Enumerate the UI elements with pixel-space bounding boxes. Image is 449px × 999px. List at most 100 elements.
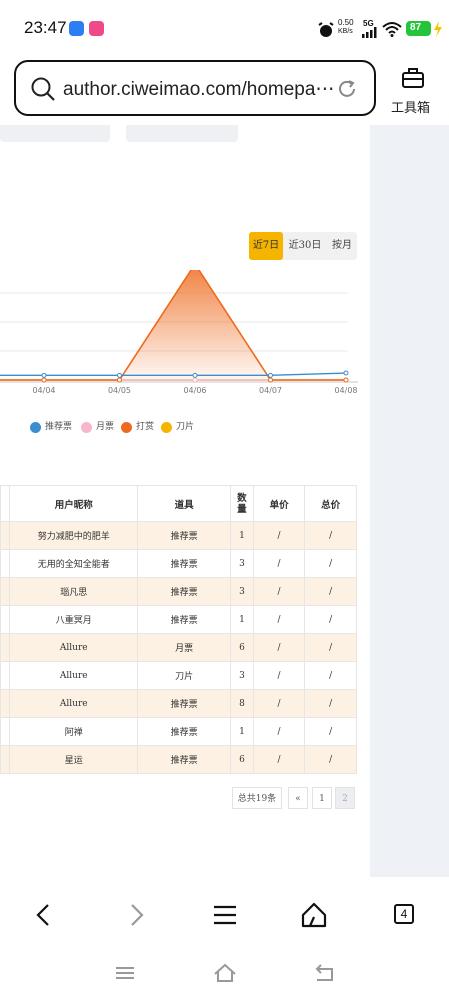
cell-item: 推荐票	[137, 605, 232, 634]
address-bar[interactable]: author.ciweimao.com/homepa⋯	[14, 60, 376, 116]
recent-apps-button[interactable]	[111, 959, 139, 987]
pagination-page-2[interactable]: 2	[335, 787, 355, 809]
chart-series	[0, 270, 349, 383]
cell-nickname: Allure	[9, 689, 139, 718]
cell-item: 推荐票	[137, 689, 232, 718]
cell-item: 推荐票	[137, 577, 232, 606]
cell-item: 推荐票	[137, 717, 232, 746]
cell-unit-price: /	[252, 745, 306, 774]
data-point	[41, 377, 47, 383]
table-row: 阿禅 推荐票 1//	[0, 717, 357, 746]
x-tick-label: 04/08	[334, 386, 357, 395]
toolbox-button[interactable]: 工具箱	[389, 64, 443, 118]
cell-total-price: /	[304, 605, 357, 634]
toolbox-label: 工具箱	[391, 101, 431, 116]
legend-swatch	[121, 422, 132, 433]
table-row: 瑙凡思 推荐票 3//	[0, 577, 357, 606]
legend-swatch	[161, 422, 172, 433]
cell-unit-price: /	[252, 717, 306, 746]
status-bar: 23:47 0.50 KB/s 5G 87	[0, 0, 449, 58]
chevron-right-icon	[131, 904, 144, 926]
tab-30-days[interactable]: 近30日	[285, 232, 325, 260]
cell-unit-price: /	[252, 605, 306, 634]
cell-item: 推荐票	[137, 521, 232, 550]
alarm-icon	[318, 22, 334, 37]
toolbox-icon	[402, 68, 424, 88]
home-button[interactable]	[292, 893, 336, 937]
data-point	[268, 377, 273, 383]
table-cell-cut	[0, 745, 11, 774]
cell-total-price: /	[304, 633, 357, 662]
data-point	[41, 372, 47, 378]
cell-nickname: 星运	[9, 745, 139, 774]
table-cell-cut	[0, 689, 11, 718]
tab-7-days[interactable]: 近7日	[249, 232, 283, 260]
data-point	[192, 377, 198, 383]
table-header-cut	[0, 485, 11, 522]
battery-icon: 87	[406, 21, 431, 36]
cell-item: 刀片	[137, 661, 232, 690]
cell-total-price: /	[304, 717, 357, 746]
table-row: 八重冥月 推荐票 1//	[0, 605, 357, 634]
forward-button[interactable]	[114, 893, 158, 937]
charging-icon	[434, 21, 442, 37]
legend-label: 推荐票	[45, 422, 73, 432]
refresh-icon[interactable]	[336, 78, 358, 100]
signal-icon	[362, 27, 377, 38]
data-point	[343, 370, 349, 376]
series-area-fill	[119, 270, 271, 380]
range-tabs: 近7日 近30日 按月	[249, 232, 357, 260]
table-cell-cut	[0, 717, 11, 746]
pagination-page-1[interactable]: 1	[312, 787, 332, 809]
data-point	[192, 372, 198, 378]
cell-total-price: /	[304, 577, 357, 606]
cell-unit-price: /	[252, 633, 306, 662]
legend-swatch	[30, 422, 41, 433]
cell-nickname: 瑙凡思	[9, 577, 139, 606]
pagination-prev[interactable]: «	[288, 787, 308, 809]
x-tick-label: 04/06	[183, 386, 206, 395]
summary-card-stub	[0, 125, 110, 142]
system-home-button[interactable]	[211, 959, 239, 987]
tab-by-month[interactable]: 按月	[327, 232, 357, 260]
app-notification-icon	[69, 21, 84, 36]
legend-swatch	[81, 422, 92, 433]
tabs-button[interactable]: 4	[383, 893, 427, 937]
menu-button[interactable]	[203, 893, 247, 937]
cell-nickname: Allure	[9, 633, 139, 662]
table-header-row: 用户昵称 道具 数量 单价 总价	[0, 485, 357, 522]
table-row: 努力减肥中的肥羊 推荐票 1//	[0, 521, 357, 550]
net-speed-value: 0.50	[338, 18, 354, 27]
cell-total-price: /	[304, 745, 357, 774]
table-cell-cut	[0, 605, 11, 634]
system-back-button[interactable]	[311, 959, 339, 987]
chart-x-axis: 04/04 04/05 04/06 04/07 04/08	[32, 386, 357, 395]
header-item: 道具	[137, 485, 232, 522]
tabs-count: 4	[394, 904, 414, 924]
cell-item: 推荐票	[137, 745, 232, 774]
x-tick-label: 04/04	[32, 386, 55, 395]
table-cell-cut	[0, 577, 11, 606]
app-notification-icon-2	[89, 21, 104, 36]
cell-nickname: 努力减肥中的肥羊	[9, 521, 139, 550]
table-cell-cut	[0, 521, 11, 550]
pagination-total: 总共19条	[232, 787, 282, 809]
back-button[interactable]	[22, 893, 66, 937]
data-point	[117, 377, 122, 383]
table-cell-cut	[0, 633, 11, 662]
chevron-left-icon	[36, 904, 49, 926]
cell-total-price: /	[304, 689, 357, 718]
system-back-icon	[315, 964, 333, 981]
system-nav-bar	[0, 947, 449, 999]
gift-trend-chart: 04/04 04/05 04/06 04/07 04/08	[0, 270, 358, 395]
cell-quantity: 1	[230, 605, 254, 634]
x-tick-label: 04/07	[259, 386, 282, 395]
summary-card-stub-2	[126, 125, 238, 142]
data-point	[343, 377, 349, 383]
header-quantity-text: 数量	[237, 492, 247, 515]
x-tick-label: 04/05	[108, 386, 131, 395]
cell-unit-price: /	[252, 661, 306, 690]
cell-quantity: 1	[230, 521, 254, 550]
cell-unit-price: /	[252, 521, 306, 550]
cell-unit-price: /	[252, 577, 306, 606]
